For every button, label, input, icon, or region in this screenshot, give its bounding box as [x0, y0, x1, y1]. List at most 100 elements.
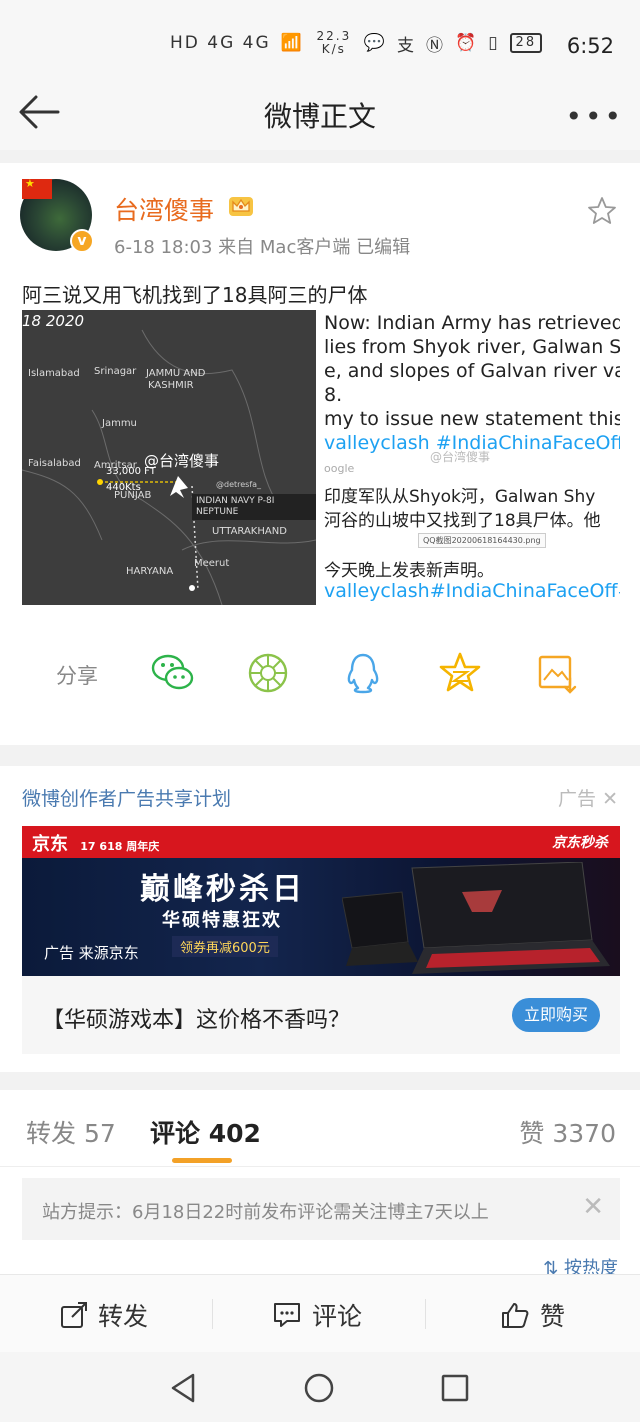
map-label: Islamabad	[28, 368, 80, 379]
ad-label: 广告	[558, 788, 597, 810]
ad-card[interactable]: 微博创作者广告共享计划 广告 ✕ 京东 17 618 周年庆 京东秒杀 巅峰秒杀…	[0, 766, 640, 1072]
tweet-line: my to issue new statement this e	[324, 408, 620, 430]
avatar[interactable]: v	[20, 177, 94, 253]
moments-icon[interactable]	[245, 650, 291, 696]
comment-label: 评论	[312, 1302, 363, 1331]
thumbs-up-icon	[502, 1303, 529, 1328]
aircraft-tag: INDIAN NAVY P-8I NEPTUNE	[192, 494, 316, 520]
banner-source: 广告 来源京东	[44, 944, 139, 962]
more-options-icon[interactable]: •••	[565, 100, 624, 133]
file-label: QQ截图20200618164430.png	[418, 533, 546, 548]
tab-likes[interactable]: 赞 3370	[519, 1114, 616, 1150]
flight-map-image: 18 2020 JAMMU AND KASHMIR Srinagar Islam…	[22, 310, 316, 605]
anniversary-label: 17 618 周年庆	[80, 840, 160, 853]
divider	[212, 1299, 213, 1329]
handle-label: @detresfa_	[216, 480, 262, 489]
tweet-line: 印度军队从Shyok河，Galwan Shy	[324, 487, 596, 507]
status-bar: HD 4G 4G 📶 22.3 K/s 💬 支 Ⓝ ⏰ ▯ 28 6:52	[0, 0, 640, 92]
tweet-line: oogle	[324, 462, 355, 475]
altitude-label: 33,000 FT	[106, 466, 156, 477]
vibrate-icon: ▯	[488, 33, 500, 53]
map-label: Meerut	[194, 558, 230, 569]
banner-headline: 巅峰秒杀日	[140, 872, 305, 907]
page-title: 微博正文	[263, 100, 376, 133]
status-icons: HD 4G 4G 📶 22.3 K/s 💬 支 Ⓝ ⏰ ▯ 28	[170, 29, 543, 56]
map-label: Faisalabad	[28, 458, 81, 469]
post-meta: 6-18 18:03 来自 Mac客户端 已编辑	[114, 237, 411, 258]
map-label: Jammu	[102, 418, 137, 429]
divider	[425, 1299, 426, 1329]
alarm-icon: ⏰	[455, 33, 479, 53]
tab-comments[interactable]: 评论 402	[150, 1114, 261, 1150]
tweet-line: valleyclash#IndiaChinaFaceOff#La	[324, 580, 620, 602]
comment-icon	[274, 1303, 300, 1327]
wechat-icon[interactable]	[150, 650, 196, 696]
battery-icon: 28	[509, 33, 543, 53]
message-icon: 💬	[363, 33, 388, 53]
qzone-star-icon[interactable]	[437, 650, 483, 696]
tweet-line: e, and slopes of Galvan river vall	[324, 360, 620, 382]
ad-title[interactable]: 【华硕游戏本】这价格不香吗？	[42, 1002, 350, 1034]
map-label: HARYANA	[126, 566, 174, 577]
flag-icon	[22, 177, 52, 199]
favorite-star-icon[interactable]	[586, 195, 618, 227]
site-notice: 站方提示：6月18日22时前发布评论需关注博主7天以上 ✕	[22, 1178, 620, 1240]
alipay-icon: 支	[397, 35, 417, 56]
tweet-line: lies from Shyok river, Galwan Shy	[324, 336, 620, 358]
like-label: 赞	[540, 1302, 566, 1331]
ad-tag[interactable]: 广告 ✕	[558, 784, 618, 811]
nfc-icon: Ⓝ	[426, 35, 446, 56]
post-image[interactable]: 18 2020 JAMMU AND KASHMIR Srinagar Islam…	[22, 310, 620, 605]
banner-coupon: 领券再减600元	[172, 936, 278, 957]
nav-recents-icon[interactable]	[440, 1373, 470, 1403]
tweet-line: 8.	[324, 384, 343, 406]
network-indicator: HD 4G 4G	[170, 33, 271, 53]
like-button[interactable]: 赞	[500, 1297, 565, 1333]
divider	[0, 1166, 640, 1167]
username[interactable]: 台湾傻事	[114, 191, 214, 227]
map-date: 18 2020	[22, 312, 85, 330]
map-label: Srinagar	[94, 366, 137, 377]
buy-now-button[interactable]: 立即购买	[512, 998, 600, 1032]
save-image-icon[interactable]	[535, 650, 581, 696]
crown-icon	[229, 197, 253, 216]
map-label: UTTARAKHAND	[212, 526, 287, 537]
ad-body[interactable]: 【华硕游戏本】这价格不香吗？ 立即购买	[22, 976, 620, 1054]
banner-subline: 华硕特惠狂欢	[162, 910, 282, 931]
post-text: 阿三说又用飞机找到了18具阿三的尸体	[22, 283, 368, 307]
network-speed: 22.3 K/s	[316, 29, 352, 56]
tab-repost[interactable]: 转发 57	[26, 1114, 116, 1150]
bottom-action-bar: 转发 评论 赞	[0, 1274, 640, 1352]
repost-label: 转发	[98, 1302, 149, 1331]
jd-flash-sale-logo: 京东秒杀	[552, 835, 608, 851]
qq-icon[interactable]	[340, 650, 386, 696]
ad-banner-image[interactable]: 京东 17 618 周年庆 京东秒杀 巅峰秒杀日 华硕特惠狂欢 领券再减600元…	[22, 826, 620, 976]
nav-home-icon[interactable]	[303, 1372, 335, 1404]
nav-back-icon[interactable]	[168, 1372, 198, 1404]
share-row: 分享	[0, 638, 640, 708]
tweet-line: 河谷的山坡中又找到了18具尸体。他	[324, 511, 601, 531]
close-icon[interactable]: ✕	[602, 788, 618, 810]
comment-button[interactable]: 评论	[272, 1297, 362, 1333]
system-nav-bar	[0, 1352, 640, 1422]
active-tab-indicator	[172, 1158, 232, 1163]
ad-program-link[interactable]: 微博创作者广告共享计划	[22, 784, 231, 811]
tweet-line: Now: Indian Army has retrieved	[324, 312, 620, 334]
map-label: JAMMU AND	[146, 368, 206, 379]
verified-badge-icon: v	[70, 229, 94, 253]
map-label: KASHMIR	[148, 380, 194, 391]
top-navbar: 微博正文 •••	[0, 92, 640, 150]
laptop-image	[342, 862, 610, 974]
post-card: v 台湾傻事 6-18 18:03 来自 Mac客户端 已编辑 阿三说又用飞机找…	[0, 163, 640, 745]
tweet-watermark: @台湾傻事	[430, 450, 491, 464]
jd-logo: 京东 17 618 周年庆	[32, 830, 159, 856]
close-icon[interactable]: ✕	[582, 1192, 604, 1222]
wifi-icon: 📶	[280, 33, 304, 53]
brand-label: 京东	[32, 834, 68, 855]
interaction-tabs: 转发 57 评论 402 赞 3370 站方提示：6月18日22时前发布评论需关…	[0, 1090, 640, 1279]
clock: 6:52	[566, 34, 614, 58]
repost-button[interactable]: 转发	[60, 1297, 148, 1333]
tweet-line: 今天晚上发表新声明。	[324, 561, 494, 581]
repost-icon	[61, 1302, 87, 1328]
share-label: 分享	[56, 664, 98, 688]
